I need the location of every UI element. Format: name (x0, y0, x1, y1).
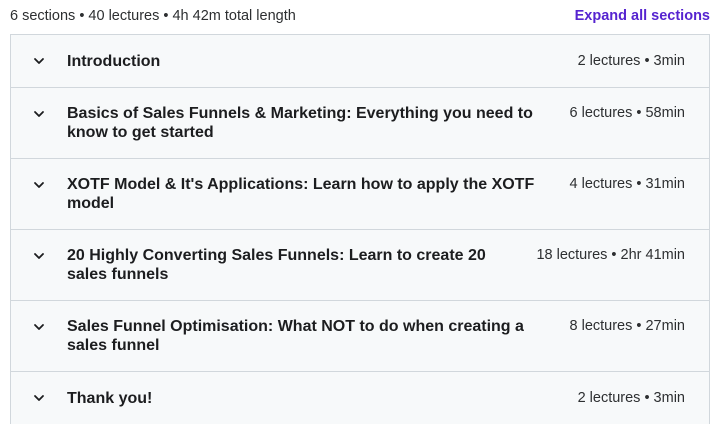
section-header-sales-funnels[interactable]: 20 Highly Converting Sales Funnels: Lear… (11, 230, 709, 301)
section-meta: 8 lectures • 27min (569, 318, 686, 334)
section-header-basics[interactable]: Basics of Sales Funnels & Marketing: Eve… (11, 88, 709, 159)
section-meta: 2 lectures • 3min (577, 389, 685, 406)
section-header-optimisation[interactable]: Sales Funnel Optimisation: What NOT to d… (11, 301, 709, 372)
section-header-thank-you[interactable]: Thank you! 2 lectures • 3min (11, 372, 709, 424)
chevron-down-icon (11, 175, 67, 194)
chevron-down-icon (11, 104, 67, 123)
section-title: Basics of Sales Funnels & Marketing: Eve… (67, 105, 533, 141)
section-title: XOTF Model & It's Applications: Learn ho… (67, 176, 535, 212)
section-title: 20 Highly Converting Sales Funnels: Lear… (67, 247, 486, 283)
curriculum-summary-bar: 6 sections • 40 lectures • 4h 42m total … (10, 0, 710, 32)
section-title: Thank you! (67, 389, 153, 407)
curriculum-section-list: Introduction 2 lectures • 3min Basics of… (10, 34, 710, 424)
section-meta: 2 lectures • 3min (577, 52, 685, 69)
section-meta: 4 lectures • 31min (569, 176, 686, 192)
section-header-introduction[interactable]: Introduction 2 lectures • 3min (11, 35, 709, 88)
section-header-xotf-model[interactable]: XOTF Model & It's Applications: Learn ho… (11, 159, 709, 230)
section-title: Sales Funnel Optimisation: What NOT to d… (67, 318, 524, 354)
section-meta: 6 lectures • 58min (569, 105, 686, 121)
chevron-down-icon (11, 389, 67, 408)
section-meta: 18 lectures • 2hr 41min (536, 247, 685, 263)
chevron-down-icon (11, 52, 67, 71)
section-title: Introduction (67, 52, 161, 70)
chevron-down-icon (11, 246, 67, 265)
chevron-down-icon (11, 317, 67, 336)
expand-all-sections-button[interactable]: Expand all sections (575, 8, 710, 24)
course-summary-text: 6 sections • 40 lectures • 4h 42m total … (10, 8, 296, 24)
